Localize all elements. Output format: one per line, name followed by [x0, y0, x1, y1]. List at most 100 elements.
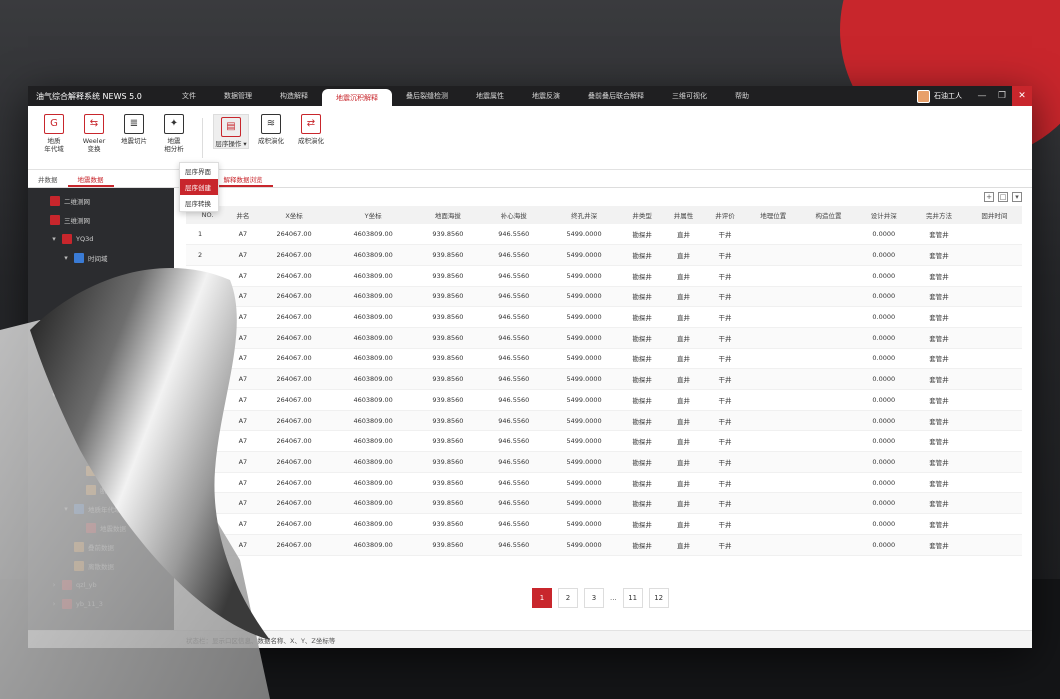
- dropdown-item-0[interactable]: 层序界面: [180, 163, 218, 179]
- column-header[interactable]: 终孔井深: [546, 206, 622, 224]
- ribbon-button-0[interactable]: G 地质 年代域: [36, 114, 72, 153]
- more-icon[interactable]: ▾: [1012, 192, 1022, 202]
- column-header[interactable]: 地面海拔: [414, 206, 481, 224]
- table-row[interactable]: 4 A7 264067.00 4603809.00 939.8560 946.5560 54…: [186, 286, 1022, 308]
- minimize-icon[interactable]: —: [972, 86, 992, 106]
- table-row[interactable]: 6 A7 264067.00 4603809.00 939.8560 946.5560 54…: [186, 327, 1022, 349]
- tree-node[interactable]: ▾ 时间域: [28, 404, 174, 423]
- table-row[interactable]: 1 A7 264067.00 4603809.00 939.8560 946.5560 54…: [186, 224, 1022, 246]
- column-header[interactable]: 固井时间: [966, 206, 1022, 224]
- tree-node[interactable]: 离散数据: [28, 556, 174, 575]
- tree-node[interactable]: › qzl_yb: [28, 575, 174, 594]
- tree-node[interactable]: 地震数据: [28, 518, 174, 537]
- sidebar-tab-1[interactable]: 地震数据: [67, 170, 114, 187]
- sidebar-tab-0[interactable]: 井数据: [28, 170, 68, 187]
- restore-icon[interactable]: ❐: [992, 86, 1012, 106]
- page-button-11[interactable]: 11: [622, 588, 643, 608]
- menu-item-3[interactable]: 地震沉积解释: [322, 89, 392, 106]
- ribbon-button-4[interactable]: ▤ 层序操作 ▾: [213, 114, 249, 149]
- caret-icon[interactable]: ▾: [50, 235, 58, 243]
- export-icon[interactable]: □: [998, 192, 1008, 202]
- ribbon-button-3[interactable]: ✦ 地震 相分析: [156, 114, 192, 153]
- table-row[interactable]: 16 A7 264067.00 4603809.00 939.8560 946.5560 5…: [186, 534, 1022, 556]
- page-button-3[interactable]: 3: [584, 588, 604, 608]
- table-row[interactable]: 10 A7 264067.00 4603809.00 939.8560 946.5560 5…: [186, 410, 1022, 432]
- caret-icon[interactable]: ›: [50, 600, 58, 608]
- caret-icon[interactable]: ▾: [62, 505, 70, 513]
- tree-node[interactable]: 断层数据: [28, 480, 174, 499]
- table-row[interactable]: 7 A7 264067.00 4603809.00 939.8560 946.5560 54…: [186, 348, 1022, 370]
- table-cell: 11: [186, 430, 230, 453]
- tree-node[interactable]: amp: [28, 442, 174, 461]
- dropdown-item-1[interactable]: 层序创建: [180, 179, 218, 195]
- tree-node[interactable]: › 地震数据: [28, 423, 174, 442]
- column-header[interactable]: Y坐标: [331, 206, 415, 224]
- page-button-12[interactable]: 12: [648, 588, 669, 608]
- tree-node-icon: [74, 560, 84, 571]
- table-row[interactable]: 11 A7 264067.00 4603809.00 939.8560 946.5560 5…: [186, 430, 1022, 453]
- column-header[interactable]: 设计井深: [856, 206, 912, 224]
- menu-item-5[interactable]: 地震属性: [462, 86, 518, 106]
- column-header[interactable]: 井评价: [704, 206, 746, 224]
- table-row[interactable]: 8 A7 264067.00 4603809.00 939.8560 946.5560 54…: [186, 368, 1022, 390]
- column-header[interactable]: 补心海拔: [480, 206, 547, 224]
- menu-item-7[interactable]: 叠前叠后联合解释: [574, 86, 658, 106]
- table-cell: A7: [229, 451, 257, 473]
- ribbon-button-2[interactable]: ≣ 地震切片: [116, 114, 152, 145]
- page-button-2[interactable]: 2: [558, 588, 578, 608]
- table-row[interactable]: 13 A7 264067.00 4603809.00 939.8560 946.5560 5…: [186, 472, 1022, 494]
- column-header[interactable]: 井类型: [621, 206, 663, 224]
- menu-item-0[interactable]: 文件: [168, 86, 210, 106]
- tree-node[interactable]: ▾ 时间域: [28, 248, 174, 267]
- table-row[interactable]: 3 A7 264067.00 4603809.00 939.8560 946.5560 54…: [186, 265, 1022, 287]
- column-header[interactable]: 井名: [229, 206, 257, 224]
- table-row[interactable]: 14 A7 264067.00 4603809.00 939.8560 946.5560 5…: [186, 492, 1022, 515]
- menu-item-1[interactable]: 数据管理: [210, 86, 266, 106]
- tree-node[interactable]: 二维测网: [28, 191, 174, 210]
- page-button-1[interactable]: 1: [532, 588, 552, 608]
- tree-node[interactable]: 叠前数据: [28, 537, 174, 556]
- ribbon-toolbar: G 地质 年代域 ⇆ Weeler 变换 ≣ 地震切片 ✦ 地震 相分析 ▤ 层序操作 ▾ ≋ 成积演化 ⇄ 成…: [28, 106, 1032, 170]
- table-row[interactable]: 2 A7 264067.00 4603809.00 939.8560 946.5560 54…: [186, 244, 1022, 266]
- table-cell: 939.8560: [414, 348, 481, 370]
- main-tab-1[interactable]: 解释数据浏览: [213, 170, 273, 187]
- table-cell: [745, 410, 801, 432]
- caret-icon[interactable]: ›: [74, 429, 82, 437]
- caret-icon[interactable]: ▾: [50, 391, 58, 399]
- menu-item-8[interactable]: 三维可视化: [658, 86, 721, 106]
- tree-node[interactable]: ▾ YQ3d: [28, 229, 174, 248]
- table-toolbar: + □ ▾: [984, 192, 1022, 202]
- tree-node[interactable]: ▾ 地质年代域: [28, 499, 174, 518]
- close-icon[interactable]: ✕: [1012, 86, 1032, 106]
- table-row[interactable]: 9 A7 264067.00 4603809.00 939.8560 946.5560 54…: [186, 389, 1022, 411]
- user-menu[interactable]: 石油工人: [907, 89, 972, 103]
- column-header[interactable]: X坐标: [256, 206, 332, 224]
- column-header[interactable]: 构造位置: [800, 206, 857, 224]
- table-row[interactable]: 5 A7 264067.00 4603809.00 939.8560 946.5560 54…: [186, 306, 1022, 328]
- caret-icon[interactable]: ▾: [62, 410, 70, 418]
- tree-node[interactable]: › yb_11_3: [28, 594, 174, 613]
- menu-item-6[interactable]: 地震反演: [518, 86, 574, 106]
- tree-node-label: 地震数据: [100, 429, 126, 438]
- menu-item-2[interactable]: 构造解释: [266, 86, 322, 106]
- tree-node[interactable]: 层位数据: [28, 461, 174, 480]
- tree-node[interactable]: ▾ qzl_tu...: [28, 385, 174, 404]
- table-cell: 5499.0000: [546, 451, 622, 473]
- ribbon-button-1[interactable]: ⇆ Weeler 变换: [76, 114, 112, 153]
- column-header[interactable]: 完井方法: [911, 206, 967, 224]
- column-header[interactable]: 地理位置: [745, 206, 801, 224]
- table-cell: 4603809.00: [331, 348, 415, 370]
- table-row[interactable]: 15 A7 264067.00 4603809.00 939.8560 946.5560 5…: [186, 513, 1022, 535]
- ribbon-button-6[interactable]: ⇄ 成积演化: [293, 114, 329, 145]
- add-icon[interactable]: +: [984, 192, 994, 202]
- dropdown-item-2[interactable]: 层序转换: [180, 195, 218, 211]
- menu-item-4[interactable]: 叠后裂缝检测: [392, 86, 462, 106]
- caret-icon[interactable]: ▾: [62, 254, 70, 262]
- ribbon-button-5[interactable]: ≋ 成积演化: [253, 114, 289, 145]
- caret-icon[interactable]: ›: [50, 581, 58, 589]
- table-row[interactable]: 12 A7 264067.00 4603809.00 939.8560 946.5560 5…: [186, 451, 1022, 473]
- table-cell: [745, 430, 801, 453]
- menu-item-9[interactable]: 帮助: [721, 86, 763, 106]
- tree-node[interactable]: 三维测网: [28, 210, 174, 229]
- column-header[interactable]: 井属性: [662, 206, 705, 224]
